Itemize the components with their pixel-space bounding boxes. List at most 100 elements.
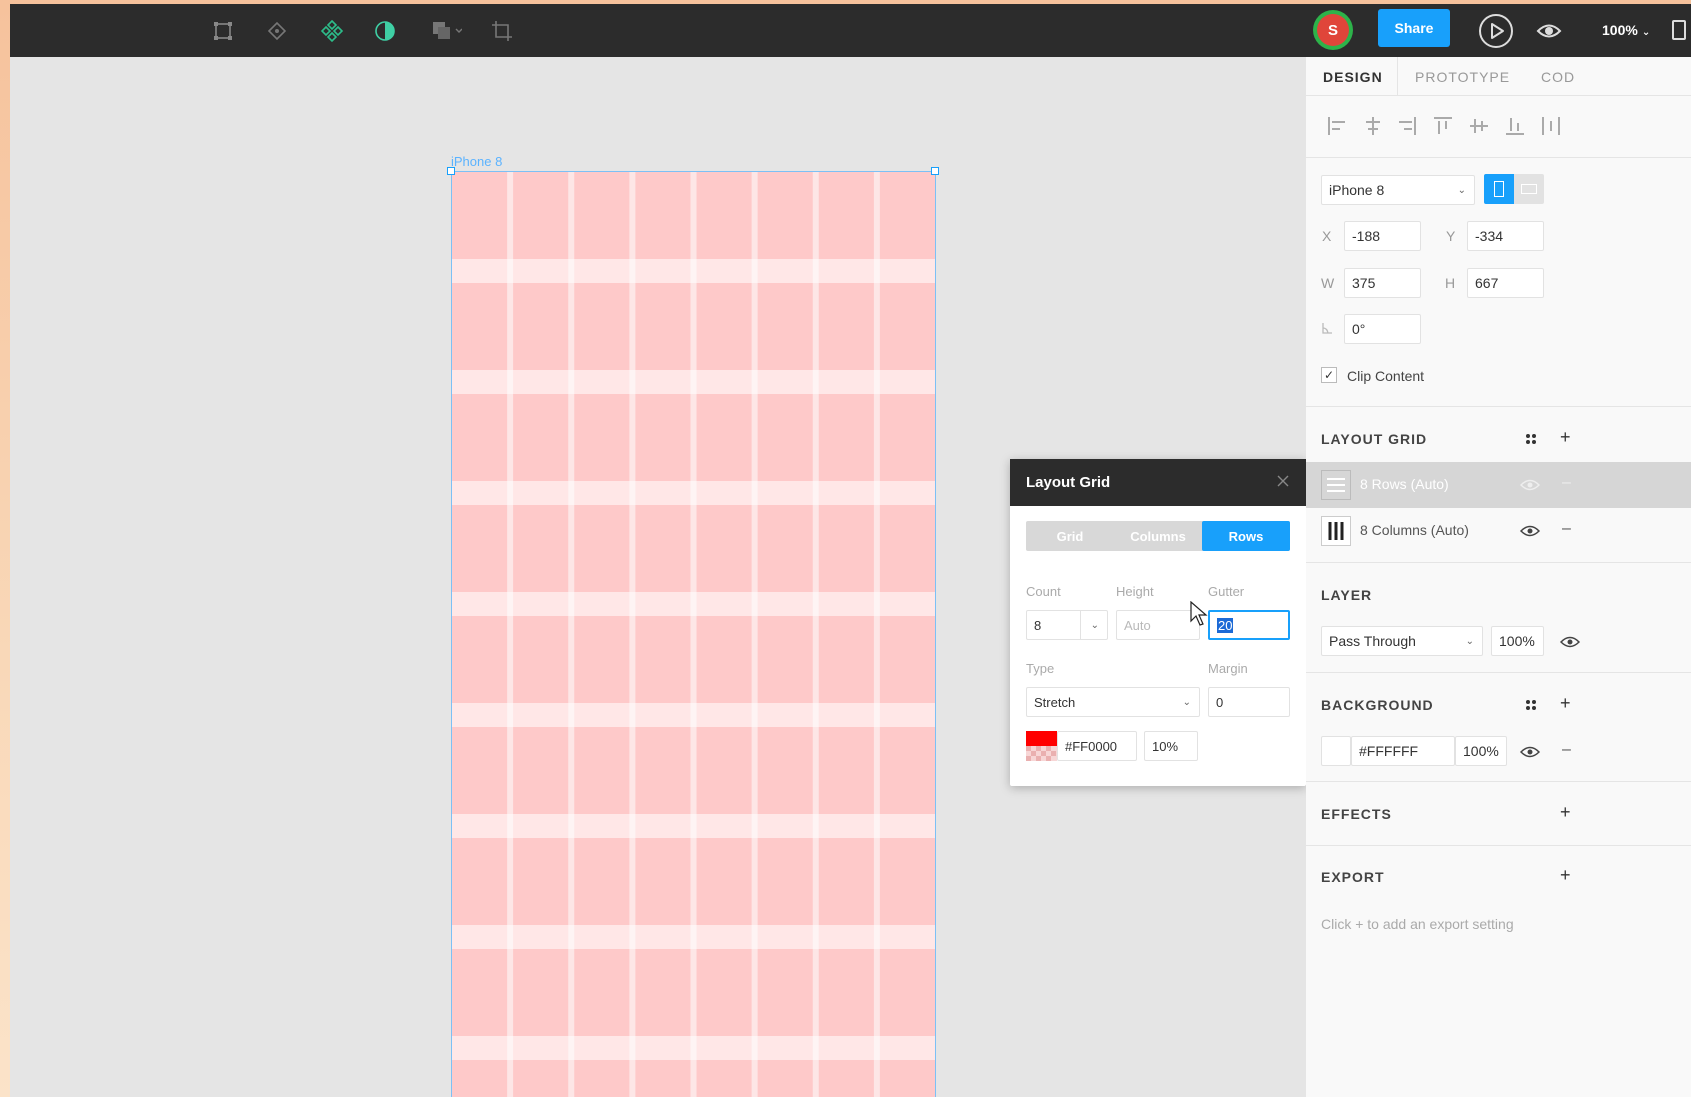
grid-color-hex-input[interactable]: #FF0000 <box>1057 731 1137 761</box>
width-input[interactable]: 375 <box>1344 268 1421 298</box>
layout-grid-item-columns[interactable]: 8 Columns (Auto) – <box>1306 508 1691 554</box>
type-value: Stretch <box>1034 694 1076 710</box>
grid-row-gutter <box>452 1036 935 1060</box>
crop-icon[interactable] <box>487 16 517 46</box>
clip-content-checkbox[interactable]: ✓ <box>1321 367 1337 383</box>
clip-content-label: Clip Content <box>1347 368 1425 384</box>
divider <box>1306 672 1691 673</box>
align-right-icon[interactable] <box>1396 115 1418 137</box>
grid-opacity-input[interactable]: 10% <box>1144 731 1198 761</box>
columns-grid-icon[interactable] <box>1321 516 1351 546</box>
gutter-value-selected: 20 <box>1217 617 1234 633</box>
divider <box>1306 562 1691 563</box>
landscape-toggle[interactable] <box>1514 174 1544 204</box>
portrait-icon <box>1494 181 1504 197</box>
tab-design[interactable]: DESIGN <box>1323 69 1383 85</box>
x-label: X <box>1322 228 1332 244</box>
background-title: BACKGROUND <box>1321 697 1434 713</box>
chevron-down-icon: ⌄ <box>1465 636 1474 647</box>
layer-opacity-input[interactable]: 100% <box>1491 626 1544 656</box>
visibility-eye-icon[interactable] <box>1520 524 1540 538</box>
add-export-button[interactable]: + <box>1560 865 1571 886</box>
grid-color-swatch[interactable] <box>1026 731 1057 761</box>
pen-tool-icon[interactable] <box>262 16 292 46</box>
layer-title: LAYER <box>1321 587 1373 603</box>
popup-header: Layout Grid <box>1010 459 1306 506</box>
background-visibility-eye-icon[interactable] <box>1520 745 1540 759</box>
layer-visibility-eye-icon[interactable] <box>1560 635 1580 649</box>
add-layout-grid-button[interactable]: + <box>1560 427 1571 448</box>
panel-tabs: DESIGN PROTOTYPE COD <box>1306 57 1691 96</box>
zoom-dropdown[interactable]: 100% ⌄ <box>1602 22 1650 38</box>
gutter-input[interactable]: 20 <box>1208 610 1290 640</box>
resize-handle-top-right[interactable] <box>931 167 939 175</box>
rotation-input[interactable]: 0° <box>1344 314 1421 344</box>
align-bottom-icon[interactable] <box>1504 115 1526 137</box>
frame-tool-icon[interactable] <box>208 16 238 46</box>
visibility-eye-icon[interactable] <box>1520 478 1540 492</box>
boolean-icon[interactable] <box>426 16 466 46</box>
iphone-frame[interactable] <box>451 171 936 1097</box>
blend-mode-value: Pass Through <box>1329 633 1416 649</box>
present-play-icon[interactable] <box>1478 13 1514 49</box>
export-title: EXPORT <box>1321 869 1385 885</box>
rotation-icon <box>1322 323 1332 334</box>
tab-code[interactable]: COD <box>1541 69 1575 85</box>
x-input[interactable]: -188 <box>1344 221 1421 251</box>
type-dropdown[interactable]: Stretch ⌄ <box>1026 687 1200 717</box>
margin-label: Margin <box>1208 661 1248 676</box>
remove-grid-button[interactable]: – <box>1562 520 1571 538</box>
layout-grid-item-label: 8 Rows (Auto) <box>1360 476 1449 492</box>
background-color-swatch[interactable] <box>1321 736 1351 766</box>
background-opacity-input[interactable]: 100% <box>1455 736 1507 766</box>
height-input[interactable]: 667 <box>1467 268 1544 298</box>
portrait-toggle[interactable] <box>1484 174 1514 204</box>
layout-grid-title: LAYOUT GRID <box>1321 431 1428 447</box>
layout-grid-popup: Layout Grid Grid Columns Rows Count Heig… <box>1010 459 1306 786</box>
blend-mode-dropdown[interactable]: Pass Through ⌄ <box>1321 626 1483 656</box>
grid-row-gutter <box>452 703 935 727</box>
remove-background-button[interactable]: – <box>1562 741 1571 759</box>
close-icon[interactable] <box>1276 474 1290 488</box>
add-effect-button[interactable]: + <box>1560 802 1571 823</box>
grid-row-gutter <box>452 481 935 505</box>
share-button[interactable]: Share <box>1378 9 1450 47</box>
layout-grid-item-rows[interactable]: 8 Rows (Auto) – <box>1306 462 1691 508</box>
tab-prototype[interactable]: PROTOTYPE <box>1415 69 1510 85</box>
align-horizontal-center-icon[interactable] <box>1362 115 1384 137</box>
rows-grid-icon[interactable] <box>1321 470 1351 500</box>
export-hint: Click + to add an export setting <box>1321 916 1514 932</box>
divider <box>1306 845 1691 846</box>
align-vertical-center-icon[interactable] <box>1468 115 1490 137</box>
align-left-icon[interactable] <box>1326 115 1348 137</box>
user-avatar[interactable]: S <box>1313 10 1353 50</box>
height-label: Height <box>1116 584 1154 599</box>
color-styles-icon[interactable] <box>1525 699 1537 711</box>
resize-handle-top-left[interactable] <box>447 167 455 175</box>
margin-input[interactable]: 0 <box>1208 687 1290 717</box>
component-icon[interactable] <box>317 16 347 46</box>
w-label: W <box>1321 275 1335 291</box>
count-dropdown[interactable]: 8 ⌄ <box>1026 610 1108 640</box>
mode-grid-tab[interactable]: Grid <box>1026 521 1114 551</box>
view-eye-icon[interactable] <box>1535 18 1563 44</box>
mode-columns-tab[interactable]: Columns <box>1114 521 1202 551</box>
mode-rows-tab[interactable]: Rows <box>1202 521 1290 551</box>
remove-grid-button[interactable]: – <box>1562 474 1571 492</box>
frame-label[interactable]: iPhone 8 <box>451 154 502 169</box>
height-input[interactable]: Auto <box>1116 610 1200 640</box>
align-top-icon[interactable] <box>1432 115 1454 137</box>
type-label: Type <box>1026 661 1055 676</box>
background-hex-input[interactable]: #FFFFFF <box>1351 736 1455 766</box>
y-input[interactable]: -334 <box>1467 221 1544 251</box>
zoom-value: 100% <box>1602 22 1638 38</box>
mask-icon[interactable] <box>370 16 400 46</box>
properties-panel: DESIGN PROTOTYPE COD iPhone 8 ⌄ X -188 Y… <box>1306 57 1691 1097</box>
popup-title: Layout Grid <box>1026 474 1111 491</box>
device-icon[interactable] <box>1672 20 1686 40</box>
device-dropdown[interactable]: iPhone 8 ⌄ <box>1321 175 1475 205</box>
add-background-button[interactable]: + <box>1560 693 1571 714</box>
grid-column <box>452 172 508 1097</box>
distribute-icon[interactable] <box>1540 115 1562 137</box>
grid-styles-icon[interactable] <box>1525 433 1537 445</box>
